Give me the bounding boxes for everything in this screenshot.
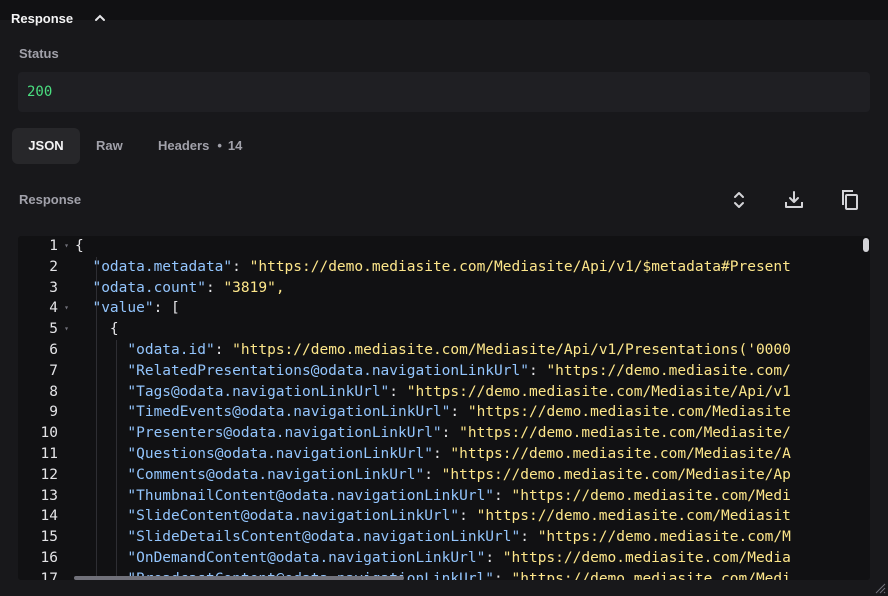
horizontal-scrollbar[interactable]: [74, 576, 404, 580]
code-line: "ThumbnailContent@odata.navigationLinkUr…: [127, 487, 791, 504]
tab-raw[interactable]: Raw: [96, 128, 123, 164]
code-content[interactable]: { "odata.metadata": "https://demo.medias…: [75, 236, 863, 580]
response-panel-header[interactable]: Response: [0, 0, 888, 26]
code-line: "value": [: [92, 300, 180, 317]
line-number: 15: [18, 527, 72, 548]
line-number: 9: [18, 402, 72, 423]
code-line: "SlideDetailsContent@odata.navigationLin…: [127, 529, 791, 546]
code-line: "odata.metadata": "https://demo.mediasit…: [92, 258, 791, 275]
tab-separator: •: [217, 138, 222, 153]
panel-title: Response: [11, 11, 74, 26]
fold-chevron-icon[interactable]: ▾: [64, 319, 69, 340]
response-body-label: Response: [19, 192, 82, 207]
code-line: "OnDemandContent@odata.navigationLinkUrl…: [127, 549, 791, 566]
resize-handle-icon[interactable]: [872, 580, 886, 594]
line-number-text: 12: [40, 466, 58, 483]
status-field: 200: [18, 72, 870, 112]
line-number-gutter: 1 ▾ 2 3 4 ▾ 5 ▾ 6 7 8 9 10 11 12 13 14 15 16 17: [18, 236, 72, 580]
line-number-text: 3: [49, 279, 58, 296]
line-number-text: 10: [40, 425, 58, 442]
code-line: "TimedEvents@odata.navigationLinkUrl": "…: [127, 404, 791, 421]
line-number-text: 2: [49, 258, 58, 275]
code-line: "RelatedPresentations@odata.navigationLi…: [127, 362, 791, 379]
line-number: 4 ▾: [18, 298, 72, 319]
vertical-scrollbar[interactable]: [863, 238, 869, 252]
line-number-text: 15: [40, 529, 58, 546]
status-code: 200: [27, 84, 53, 100]
line-number: 8: [18, 382, 72, 403]
line-number: 14: [18, 506, 72, 527]
tab-headers-label: Headers: [158, 138, 210, 153]
code-line: "Presenters@odata.navigationLinkUrl": "h…: [127, 425, 791, 442]
line-number-text: 7: [49, 362, 58, 379]
status-label: Status: [19, 46, 59, 61]
line-number: 16: [18, 548, 72, 569]
code-line: "SlideContent@odata.navigationLinkUrl": …: [127, 508, 791, 525]
line-number: 3: [18, 278, 72, 299]
line-number-text: 17: [40, 570, 58, 580]
download-icon[interactable]: [782, 188, 806, 212]
expand-collapse-icon[interactable]: [727, 188, 751, 212]
line-number-text: 5: [49, 321, 58, 338]
copy-icon[interactable]: [838, 188, 862, 212]
line-number-text: 6: [49, 341, 58, 358]
headers-count: 14: [227, 138, 243, 153]
code-line: {: [75, 238, 84, 254]
line-number-text: 9: [49, 404, 58, 421]
line-number-text: 8: [49, 383, 58, 400]
line-number: 2: [18, 257, 72, 278]
line-number: 6: [18, 340, 72, 361]
tab-json[interactable]: JSON: [12, 128, 80, 164]
tab-headers[interactable]: Headers • 14: [158, 128, 242, 164]
line-number-text: 11: [40, 445, 58, 462]
line-number: 7: [18, 361, 72, 382]
json-code-editor[interactable]: 1 ▾ 2 3 4 ▾ 5 ▾ 6 7 8 9 10 11 12 13 14 15 16 17 { "odata.me…: [18, 236, 870, 580]
code-line: "Questions@odata.navigationLinkUrl": "ht…: [127, 445, 791, 462]
line-number: 13: [18, 486, 72, 507]
line-number: 12: [18, 465, 72, 486]
line-number: 11: [18, 444, 72, 465]
fold-chevron-icon[interactable]: ▾: [64, 298, 69, 319]
line-number-text: 13: [40, 487, 58, 504]
line-number: 17: [18, 569, 72, 580]
code-line: "odata.count": "3819",: [92, 279, 285, 296]
line-number-text: 16: [40, 549, 58, 566]
line-number-text: 1: [49, 238, 58, 254]
line-number: 1 ▾: [18, 236, 72, 257]
chevron-up-icon[interactable]: [93, 11, 107, 25]
code-line: {: [75, 321, 119, 338]
fold-chevron-icon[interactable]: ▾: [64, 236, 69, 257]
code-line: "Tags@odata.navigationLinkUrl": "https:/…: [127, 383, 791, 400]
line-number: 10: [18, 423, 72, 444]
line-number-text: 14: [40, 508, 58, 525]
code-line: "odata.id": "https://demo.mediasite.com/…: [127, 341, 791, 358]
code-line: "Comments@odata.navigationLinkUrl": "htt…: [127, 466, 791, 483]
line-number: 5 ▾: [18, 319, 72, 340]
line-number-text: 4: [49, 300, 58, 317]
